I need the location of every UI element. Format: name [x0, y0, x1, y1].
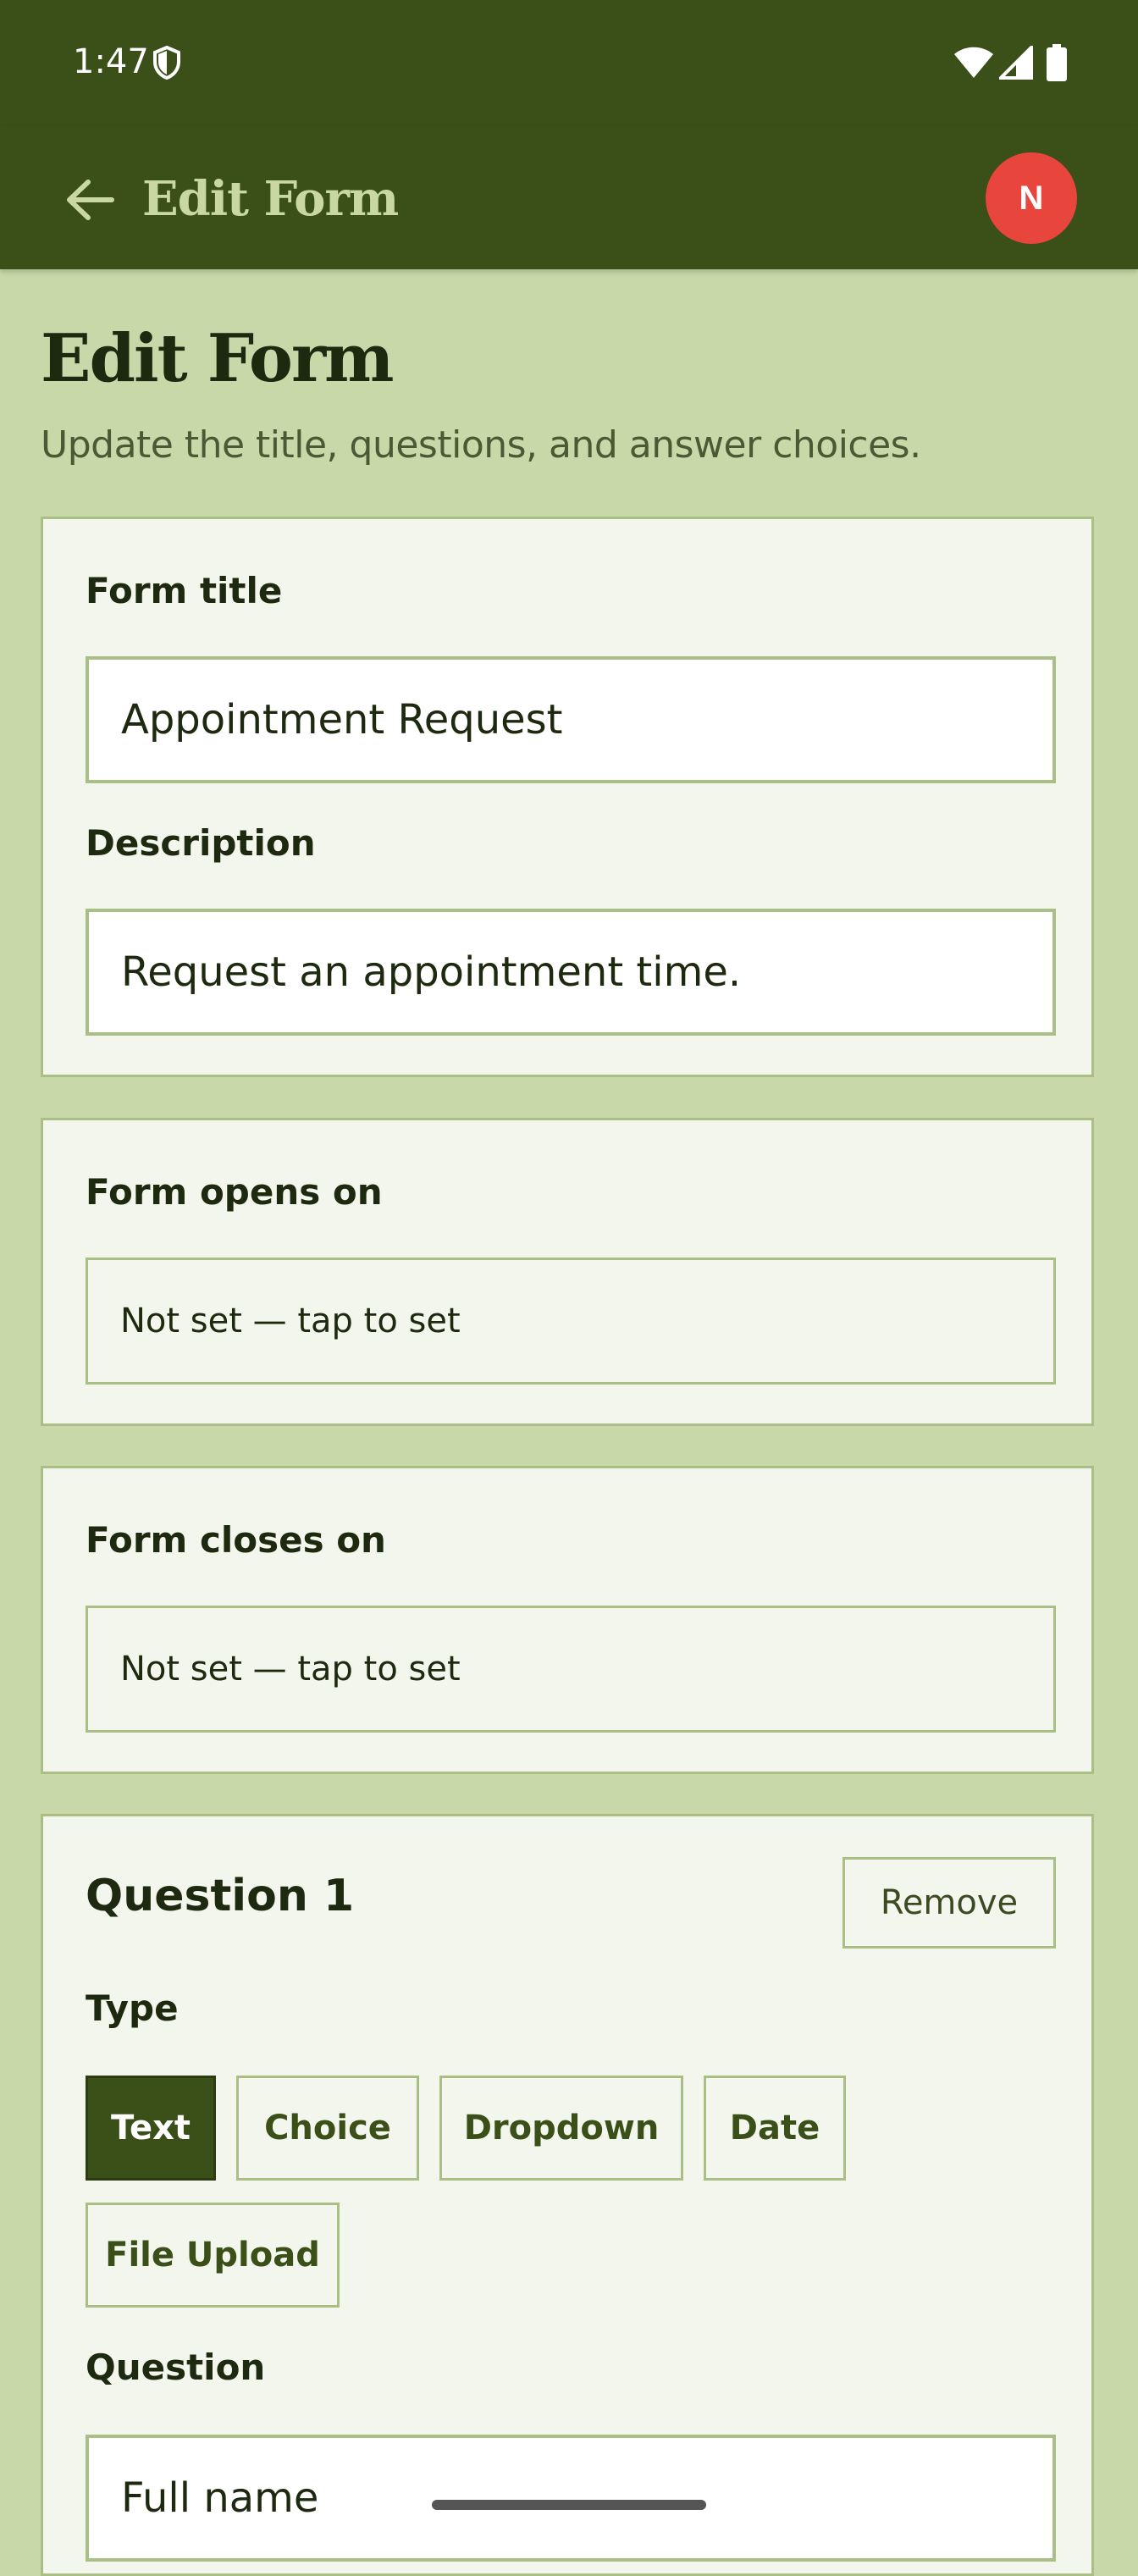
question-label: Question: [86, 2347, 266, 2388]
wifi-icon: [953, 46, 994, 83]
form-closes-date-picker[interactable]: Not set — tap to set: [86, 1606, 1056, 1733]
question-value: Full name: [121, 2474, 319, 2522]
app-bar: Edit Form N: [0, 127, 1138, 269]
back-arrow-icon[interactable]: [64, 178, 115, 225]
description-input[interactable]: Request an appointment time.: [86, 909, 1056, 1036]
type-label: Type: [86, 1987, 179, 2029]
form-opens-date-picker[interactable]: Not set — tap to set: [86, 1258, 1056, 1385]
type-chip-date[interactable]: Date: [704, 2076, 846, 2181]
form-opens-label: Form opens on: [86, 1171, 383, 1213]
description-value: Request an appointment time.: [121, 948, 742, 996]
signal-icon: [997, 43, 1033, 83]
form-opens-value: Not set — tap to set: [120, 1302, 461, 1341]
status-bar: 1:47: [0, 0, 1138, 127]
page-title: Edit Form: [41, 320, 395, 397]
description-label: Description: [86, 822, 316, 864]
form-title-input[interactable]: Appointment Request: [86, 656, 1056, 783]
form-closes-value: Not set — tap to set: [120, 1650, 461, 1689]
question-title: Question 1: [86, 1871, 355, 1921]
question-input[interactable]: Full name: [86, 2435, 1056, 2562]
type-chip-choice[interactable]: Choice: [236, 2076, 419, 2181]
page-subtitle: Update the title, questions, and answer …: [41, 423, 921, 467]
app-bar-title: Edit Form: [142, 171, 399, 227]
form-details-card: Form title Appointment Request Descripti…: [41, 517, 1094, 1077]
form-title-value: Appointment Request: [121, 696, 563, 744]
form-closes-card: Form closes on Not set — tap to set: [41, 1466, 1094, 1774]
shield-icon: [152, 45, 181, 83]
battery-icon: [1047, 44, 1067, 85]
form-opens-card: Form opens on Not set — tap to set: [41, 1118, 1094, 1426]
question-card: Question 1 Remove Type Text Choice Dropd…: [41, 1814, 1094, 2576]
type-chip-file-upload[interactable]: File Upload: [86, 2203, 340, 2308]
remove-question-button[interactable]: Remove: [842, 1857, 1056, 1949]
status-time: 1:47: [73, 42, 149, 81]
type-chip-dropdown[interactable]: Dropdown: [439, 2076, 683, 2181]
type-chip-text[interactable]: Text: [86, 2076, 216, 2181]
form-title-label: Form title: [86, 570, 283, 611]
home-indicator[interactable]: [432, 2500, 706, 2510]
form-closes-label: Form closes on: [86, 1519, 386, 1561]
avatar[interactable]: N: [986, 152, 1077, 244]
